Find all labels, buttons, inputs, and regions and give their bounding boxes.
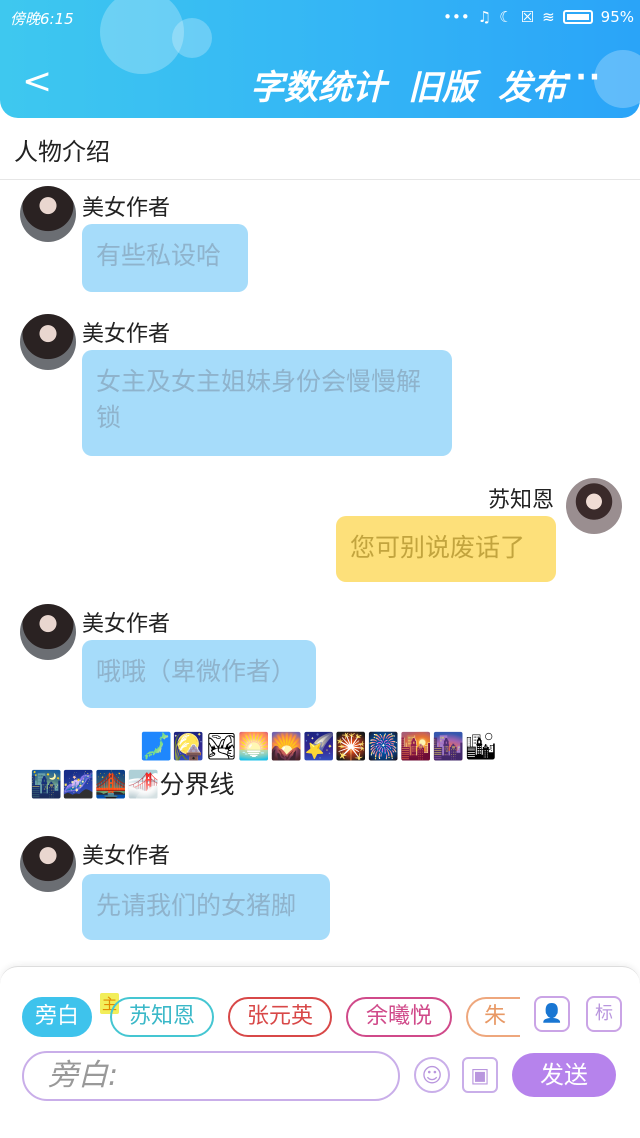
word-count-button[interactable]: 字数统计	[250, 60, 386, 109]
chip-narration[interactable]: 旁白	[22, 997, 92, 1037]
avatar-author[interactable]	[20, 604, 76, 660]
emoji-icon[interactable]: ☺	[414, 1057, 450, 1093]
old-version-button[interactable]: 旧版	[408, 60, 476, 109]
status-time: 傍晚6:15	[10, 10, 74, 28]
battery-icon	[562, 10, 593, 24]
status-bar: 傍晚6:15 ••• ♫ ☾ ☒ ≋ 95%	[0, 0, 640, 36]
top-bar: 傍晚6:15 ••• ♫ ☾ ☒ ≋ 95% < 字数统计 旧版 发布 ···	[0, 0, 640, 118]
sim-icon: ☒	[520, 8, 535, 26]
message-bubble[interactable]: 有些私设哈	[82, 224, 248, 292]
divider-emojis: 🗾🎑🏞🌅🌄🌠🎇🎆🌇🌆🏙	[140, 732, 498, 762]
message-bubble[interactable]: 先请我们的女猪脚	[82, 874, 330, 940]
avatar-suzhien[interactable]	[566, 478, 622, 534]
dots-icon: •••	[443, 8, 470, 26]
image-icon[interactable]: ▣	[462, 1057, 498, 1093]
speaker-name: 美女作者	[82, 322, 171, 347]
message-bubble[interactable]: 哦哦（卑微作者）	[82, 640, 316, 708]
divider-emojis: 🌃🌌🌉🌁	[30, 770, 160, 800]
avatar-author[interactable]	[20, 314, 76, 370]
message-input[interactable]: 旁白:	[22, 1051, 400, 1101]
message-bubble[interactable]: 您可别说废话了	[336, 516, 556, 582]
message-bubble[interactable]: 女主及女主姐妹身份会慢慢解锁	[82, 350, 452, 456]
divider-line[interactable]: 🌃🌌🌉🌁 分界线	[30, 766, 235, 804]
wifi-icon: ≋	[542, 8, 555, 26]
speaker-name: 美女作者	[82, 844, 171, 869]
composer-panel: 旁白 主 苏知恩 张元英 余曦悦 朱玥 👤 标 旁白: ☺ ▣ 发送	[0, 966, 640, 1138]
back-button[interactable]: <	[22, 62, 52, 102]
chip-yuxiyue[interactable]: 余曦悦	[346, 997, 452, 1037]
avatar-author[interactable]	[20, 186, 76, 242]
chip-zhangyuanying[interactable]: 张元英	[228, 997, 332, 1037]
more-button[interactable]: ···	[562, 60, 602, 95]
send-button[interactable]: 发送	[512, 1053, 616, 1097]
headphone-icon: ♫	[477, 8, 492, 26]
speaker-name: 苏知恩	[488, 488, 555, 513]
person-icon[interactable]: 👤	[534, 996, 570, 1032]
avatar-author[interactable]	[20, 836, 76, 892]
battery-percent: 95%	[600, 8, 634, 26]
speaker-name: 美女作者	[82, 612, 171, 637]
speaker-name: 美女作者	[82, 196, 171, 221]
chip-zhuyue[interactable]: 朱玥	[466, 997, 520, 1037]
publish-button[interactable]: 发布	[498, 60, 566, 109]
moon-icon: ☾	[499, 8, 513, 26]
character-intro[interactable]: 人物介绍	[0, 118, 640, 180]
divider-text: 分界线	[159, 770, 235, 799]
chip-suzhien[interactable]: 苏知恩	[110, 997, 214, 1037]
tag-button[interactable]: 标	[586, 996, 622, 1032]
character-intro-label: 人物介绍	[14, 138, 110, 166]
